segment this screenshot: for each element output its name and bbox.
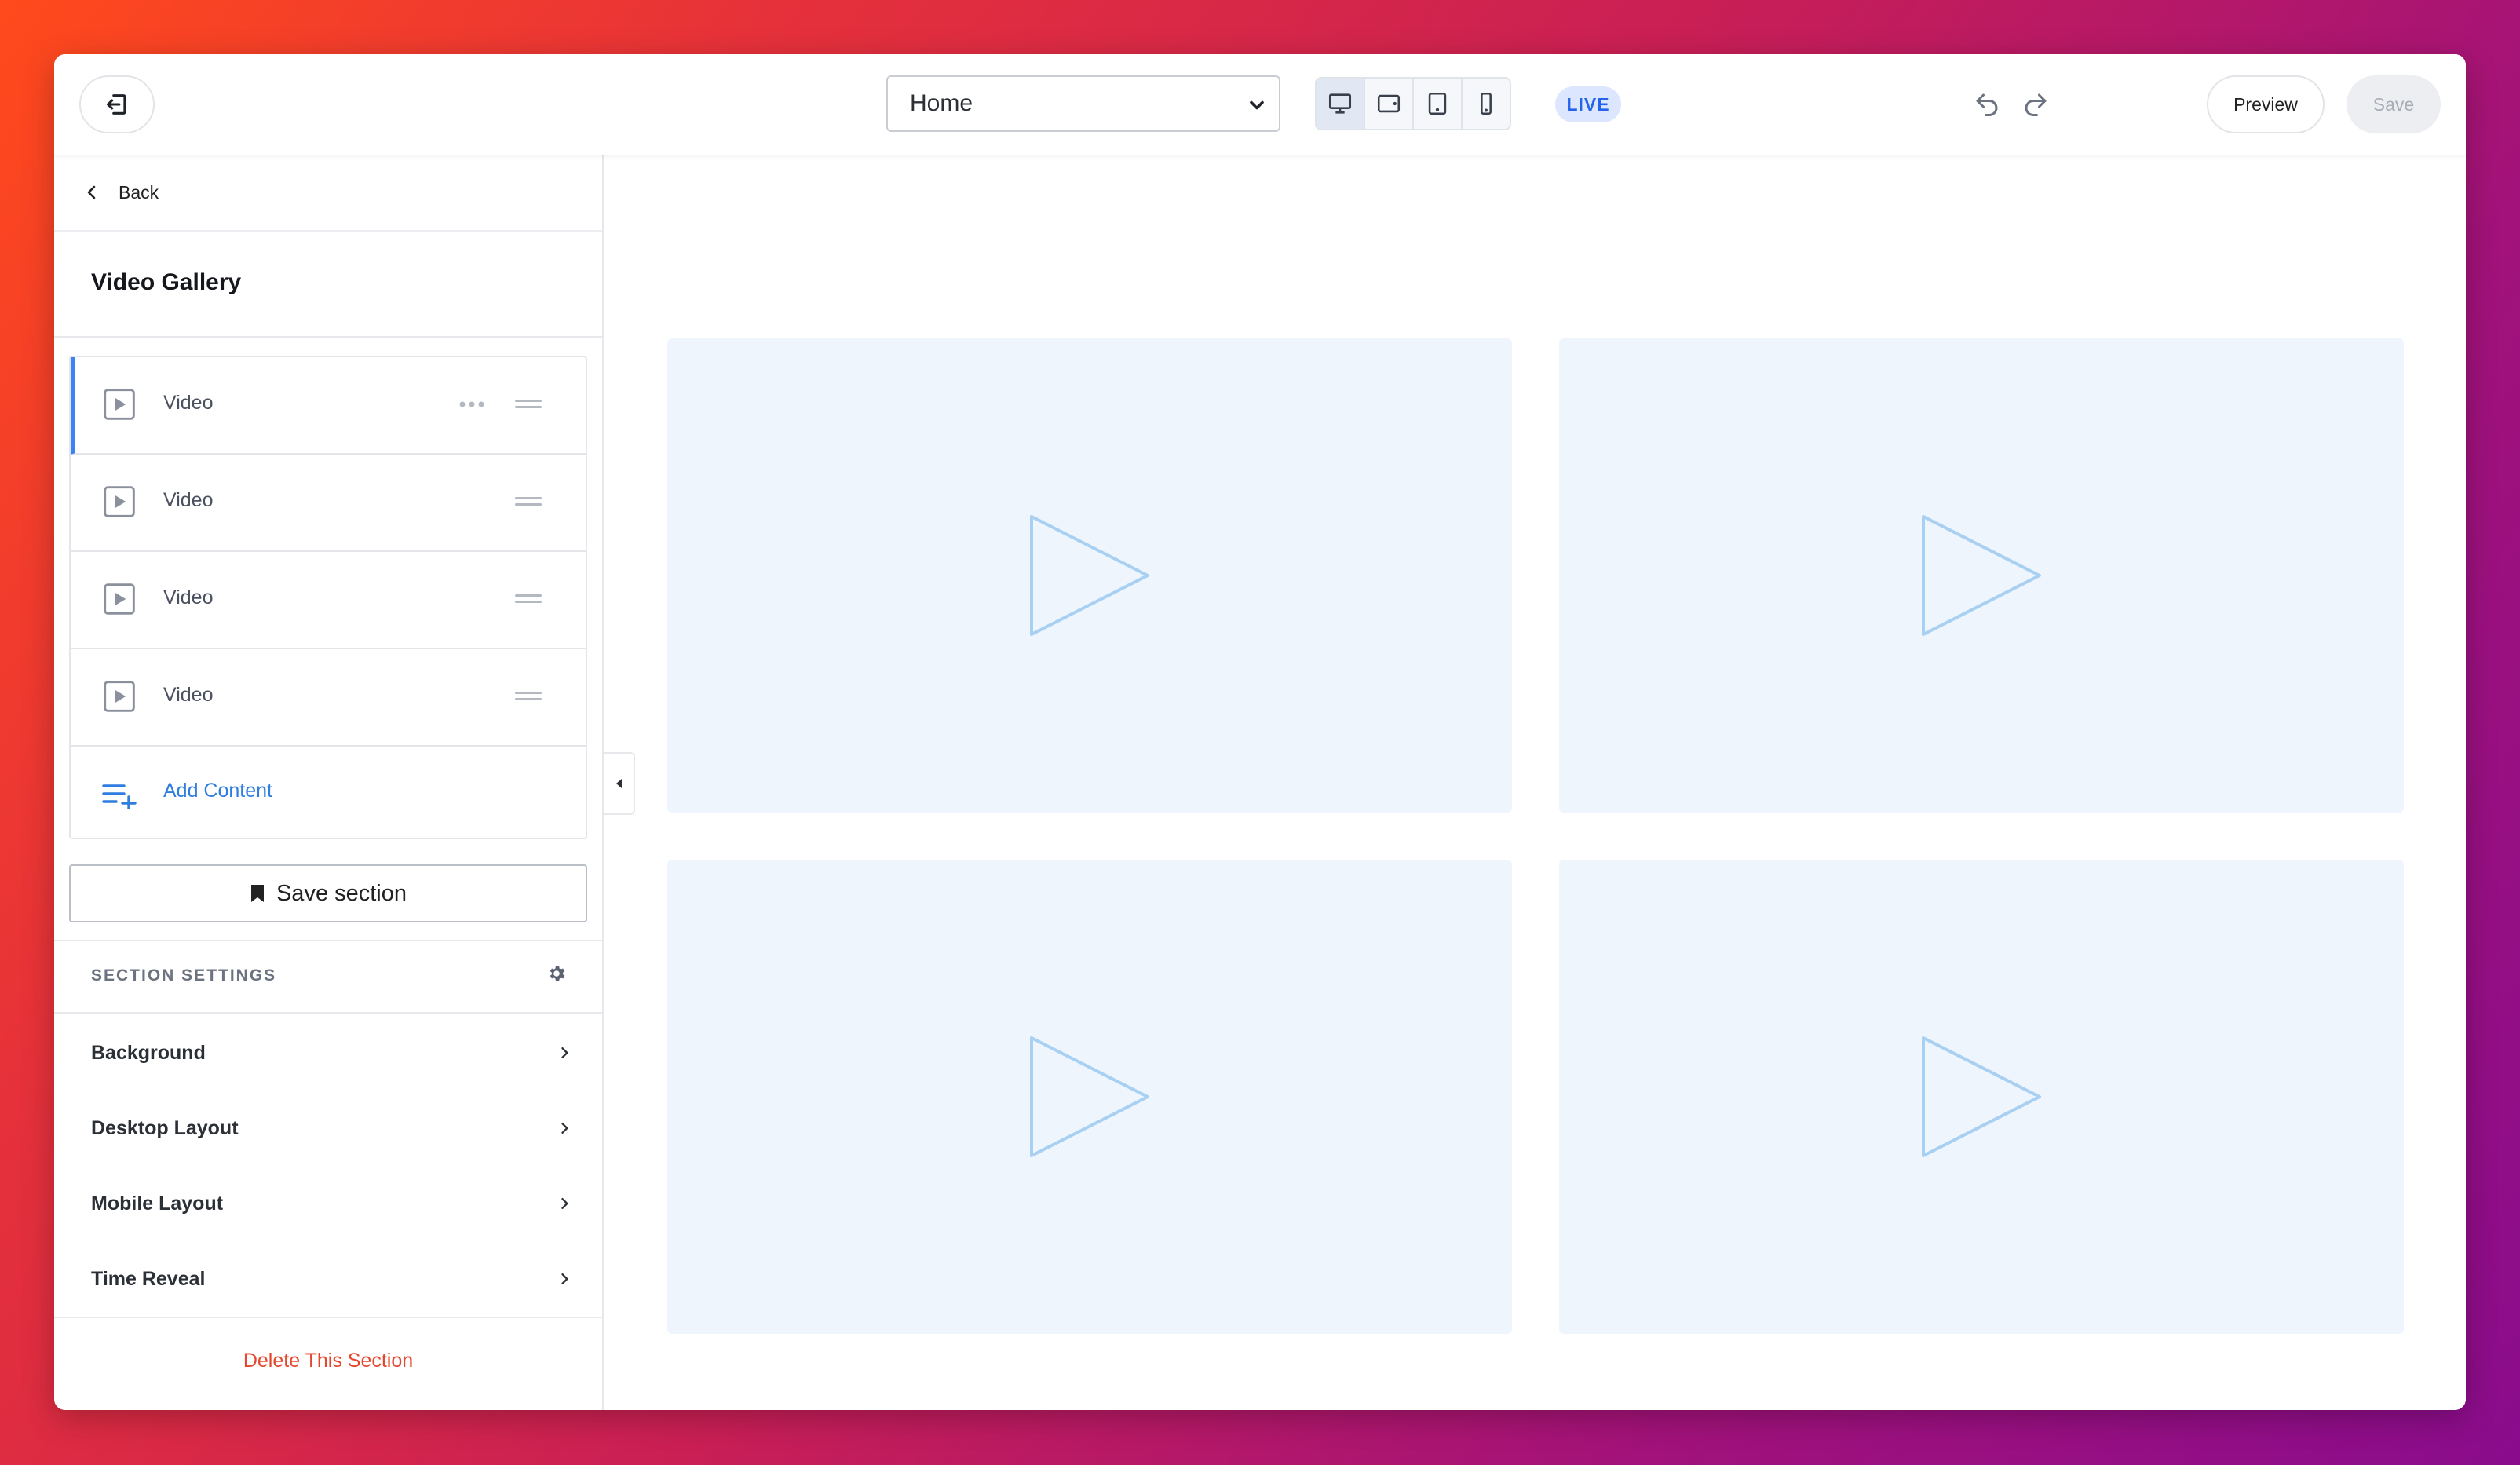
section-sidebar: Back Video Gallery Video Video Video Vid… (54, 155, 604, 1410)
setting-label: Desktop Layout (91, 1117, 239, 1139)
more-options-icon[interactable] (458, 400, 485, 409)
content-item-label: Video (163, 586, 214, 608)
top-toolbar: Home LIVE Preview Save (54, 54, 2466, 155)
chevron-right-icon (561, 1273, 568, 1284)
chevron-right-icon (561, 1198, 568, 1209)
redo-button[interactable] (2017, 86, 2054, 123)
gear-icon[interactable] (546, 963, 567, 984)
live-status-badge: LIVE (1555, 86, 1621, 122)
preview-button[interactable]: Preview (2207, 75, 2325, 133)
setting-time-reveal[interactable]: Time Reveal (54, 1243, 602, 1318)
chevron-right-icon (561, 1123, 568, 1134)
video-placeholder-1[interactable] (667, 338, 1512, 813)
chevron-right-icon (561, 1047, 568, 1058)
device-toggle-group (1315, 77, 1511, 130)
tablet-landscape-icon (1377, 94, 1401, 113)
tablet-portrait-view-button[interactable] (1414, 79, 1463, 129)
mobile-view-button[interactable] (1463, 79, 1510, 129)
section-title: Video Gallery (91, 269, 242, 295)
play-icon (1922, 515, 2041, 636)
section-settings-header: SECTION SETTINGS (91, 966, 277, 985)
bookmark-icon (250, 885, 264, 902)
content-item-video-4[interactable]: Video (71, 649, 586, 747)
undo-icon (1976, 93, 1998, 116)
play-icon (1030, 1036, 1149, 1157)
drag-handle-icon[interactable] (515, 495, 542, 508)
undo-button[interactable] (1968, 86, 2006, 123)
tablet-landscape-view-button[interactable] (1365, 79, 1414, 129)
video-placeholder-2[interactable] (1559, 338, 2404, 813)
mobile-icon (1481, 92, 1492, 115)
setting-desktop-layout[interactable]: Desktop Layout (54, 1092, 602, 1167)
video-icon (104, 583, 135, 615)
video-placeholder-3[interactable] (667, 860, 1512, 1334)
divider (54, 1317, 602, 1318)
content-item-label: Video (163, 684, 214, 706)
drag-handle-icon[interactable] (515, 690, 542, 703)
play-icon (1030, 515, 1149, 636)
add-list-icon (102, 784, 137, 809)
divider (54, 940, 602, 941)
video-icon (104, 486, 135, 517)
collapse-sidebar-button[interactable] (604, 752, 635, 815)
chevron-left-icon (87, 185, 96, 199)
desktop-view-button[interactable] (1317, 79, 1365, 129)
setting-label: Background (91, 1042, 206, 1064)
save-section-label: Save section (276, 880, 407, 906)
setting-label: Time Reveal (91, 1268, 206, 1290)
delete-section-button[interactable]: Delete This Section (54, 1350, 602, 1372)
video-icon (104, 389, 135, 420)
redo-icon (2025, 93, 2047, 116)
page-canvas (604, 155, 2466, 1410)
chevron-down-icon (1250, 100, 1264, 110)
video-placeholder-4[interactable] (1559, 860, 2404, 1334)
content-item-label: Video (163, 392, 214, 414)
content-item-video-3[interactable]: Video (71, 552, 586, 649)
setting-mobile-layout[interactable]: Mobile Layout (54, 1167, 602, 1243)
save-section-button[interactable]: Save section (69, 864, 587, 922)
divider (54, 336, 602, 338)
page-select[interactable]: Home (886, 75, 1280, 132)
divider (54, 1012, 602, 1014)
play-icon (1922, 1036, 2041, 1157)
content-item-label: Video (163, 489, 214, 511)
content-item-video-1[interactable]: Video (71, 357, 586, 455)
content-list: Video Video Video Video Add Content (69, 356, 587, 839)
content-item-video-2[interactable]: Video (71, 455, 586, 552)
exit-editor-button[interactable] (79, 75, 155, 133)
add-content-button[interactable]: Add Content (71, 747, 586, 838)
back-label: Back (119, 181, 159, 203)
setting-background[interactable]: Background (54, 1017, 602, 1092)
page-select-value: Home (910, 90, 973, 116)
add-content-label: Add Content (163, 780, 272, 802)
back-button[interactable]: Back (54, 155, 602, 232)
tablet-portrait-icon (1428, 92, 1447, 115)
setting-label: Mobile Layout (91, 1193, 224, 1215)
desktop-icon (1328, 93, 1352, 114)
save-button[interactable]: Save (2347, 75, 2441, 133)
video-icon (104, 681, 135, 712)
editor-window: Home LIVE Preview Save Back Video Galler… (54, 54, 2466, 1410)
drag-handle-icon[interactable] (515, 398, 542, 411)
drag-handle-icon[interactable] (515, 593, 542, 605)
caret-left-icon (616, 779, 622, 788)
exit-icon (107, 94, 126, 115)
